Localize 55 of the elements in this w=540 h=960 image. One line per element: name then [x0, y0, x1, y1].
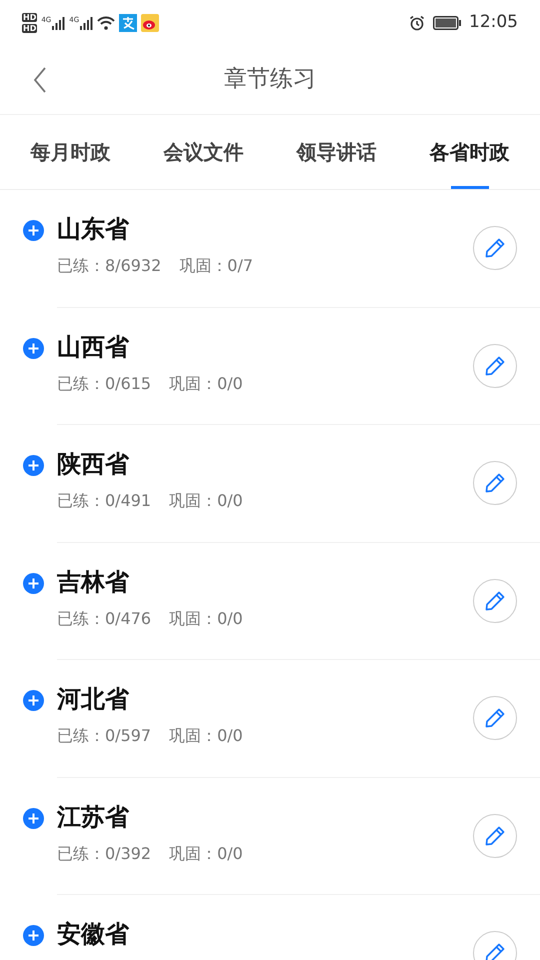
chapter-title: 河北省: [57, 686, 130, 712]
alarm-icon: [409, 14, 425, 30]
practice-button[interactable]: [473, 814, 517, 858]
expand-icon[interactable]: [23, 925, 44, 946]
expand-icon[interactable]: [23, 455, 44, 476]
pencil-icon: [484, 472, 506, 494]
practiced-count: 已练：0/476: [57, 608, 152, 630]
tab[interactable]: 各省时政: [403, 115, 536, 189]
app-icon: [119, 14, 138, 32]
practice-button[interactable]: [473, 696, 517, 740]
chapter-title: 山西省: [57, 334, 130, 360]
pencil-icon: [484, 942, 506, 960]
practiced-count: 已练：8/6932: [57, 255, 162, 277]
sim-label: HD: [22, 24, 38, 32]
pencil-icon: [484, 707, 506, 730]
expand-icon[interactable]: [23, 690, 44, 711]
expand-icon[interactable]: [23, 220, 44, 241]
practice-button[interactable]: [473, 578, 517, 623]
page-title: 章节练习: [224, 65, 316, 94]
signal-icon: [79, 16, 94, 30]
status-time: 12:05: [469, 10, 518, 34]
chapter-title: 吉林省: [57, 568, 130, 594]
pencil-icon: [484, 590, 506, 612]
battery-icon: [433, 16, 461, 30]
back-icon: [33, 66, 47, 94]
tab[interactable]: 领导讲话: [270, 115, 403, 189]
reviewed-count: 巩固：0/0: [169, 608, 243, 630]
reviewed-count: 巩固：0/7: [179, 255, 254, 277]
practice-button[interactable]: [473, 344, 517, 388]
practiced-count: 已练：0/615: [57, 372, 152, 394]
sim-label: HD: [22, 12, 38, 22]
chapter-title: 山东省: [57, 216, 130, 242]
tab[interactable]: 会议文件: [137, 115, 270, 189]
expand-icon[interactable]: [23, 572, 44, 594]
pencil-icon: [484, 354, 506, 377]
reviewed-count: 巩固：0/0: [169, 490, 243, 512]
practiced-count: 已练：0/392: [57, 842, 152, 864]
reviewed-count: 巩固：0/0: [169, 372, 243, 394]
signal-icon: [51, 16, 66, 30]
reviewed-count: 巩固：0/0: [169, 725, 243, 747]
app-icon: [141, 14, 160, 32]
expand-icon[interactable]: [23, 338, 44, 358]
chapter-title: 安徽省: [57, 921, 130, 947]
tab[interactable]: 每月时政: [4, 115, 137, 189]
pencil-icon: [484, 824, 506, 847]
chapter-title: 陕西省: [57, 451, 130, 477]
practice-button[interactable]: [473, 226, 517, 270]
chapter-title: 江苏省: [57, 804, 130, 830]
reviewed-count: 巩固：0/0: [169, 842, 243, 864]
wifi-icon: [97, 16, 116, 30]
pencil-icon: [484, 237, 506, 260]
expand-icon[interactable]: [23, 808, 44, 828]
practiced-count: 已练：0/597: [57, 725, 152, 747]
practiced-count: 已练：0/491: [57, 490, 152, 512]
practice-button[interactable]: [473, 461, 517, 506]
